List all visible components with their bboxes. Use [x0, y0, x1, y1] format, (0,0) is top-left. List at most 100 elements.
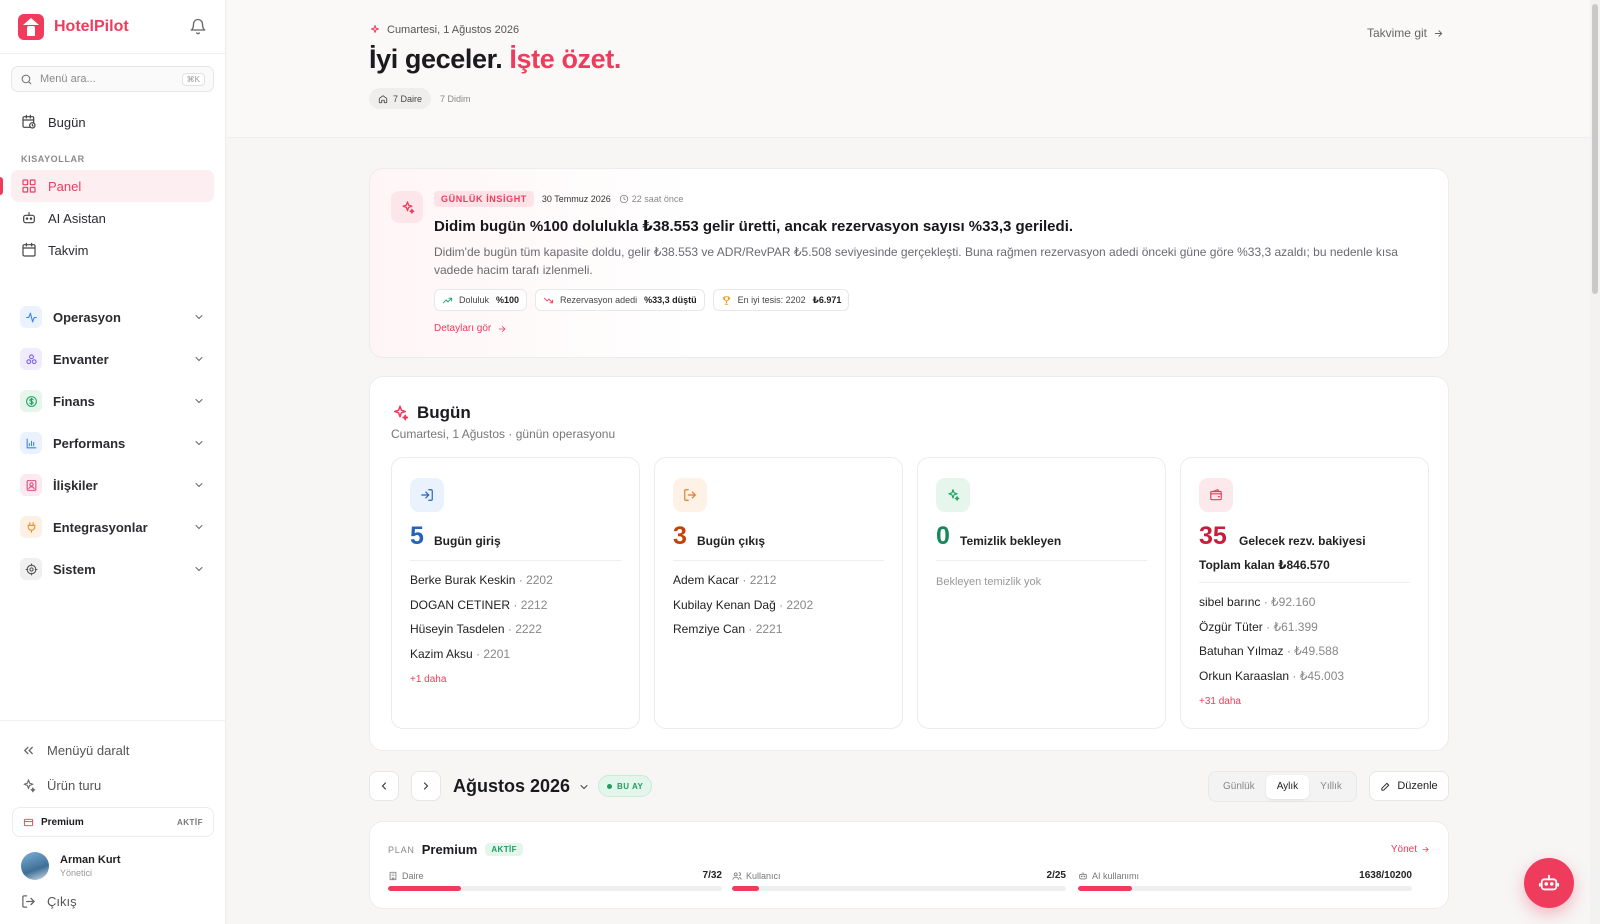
- sidebar-item-calendar[interactable]: Takvim: [11, 234, 214, 266]
- cleaning-count: 0: [936, 522, 950, 550]
- trophy-icon: [722, 295, 730, 305]
- units-chip[interactable]: 7 Daire: [369, 88, 432, 109]
- sidebar-item-label: AI Asistan: [48, 210, 106, 226]
- usage-label: Kullanıcı: [746, 870, 781, 881]
- page-scrollbar[interactable]: [1590, 0, 1600, 924]
- month-label: Ağustos 2026: [453, 776, 571, 796]
- view-yearly[interactable]: Yıllık: [1309, 775, 1353, 799]
- view-daily[interactable]: Günlük: [1212, 775, 1266, 799]
- sidebar-group-label: Envanter: [53, 351, 109, 367]
- list-item[interactable]: Hüseyin Tasdelen · 2222: [410, 621, 553, 646]
- sidebar-group-sistem[interactable]: Sistem: [11, 548, 214, 590]
- sidebar-group-finans[interactable]: Finans: [11, 380, 214, 422]
- search-icon: [21, 74, 32, 84]
- usage-fill: [732, 886, 759, 891]
- sidebar-group-operasyon[interactable]: Operasyon: [11, 296, 214, 338]
- insight-pill-occupancy: Doluluk %100: [434, 289, 528, 311]
- ai-assistant-fab[interactable]: [1524, 858, 1574, 908]
- insight-title: Didim bugün %100 dolulukla ₺38.553 gelir…: [434, 218, 1074, 235]
- manage-plan-link[interactable]: Yönet: [1391, 844, 1430, 855]
- sidebar-item-label: Panel: [48, 178, 82, 194]
- pill-label: Rezervasyon adedi: [560, 295, 638, 305]
- list-item[interactable]: DOGAN CETINER · 2212: [410, 597, 553, 622]
- scrollbar-thumb[interactable]: [1592, 4, 1598, 294]
- status-dot: [607, 783, 612, 789]
- more-link[interactable]: +1 daha: [410, 672, 553, 697]
- sidebar-item-ai-assistant[interactable]: AI Asistan: [11, 202, 214, 234]
- search-shortcut: ⌘K: [181, 72, 205, 86]
- cleaning-card[interactable]: 0 Temizlik bekleyen Bekleyen temizlik yo…: [917, 457, 1166, 729]
- nav-today[interactable]: Bugün: [11, 106, 214, 138]
- list-item[interactable]: sibel barınc · ₺92.160: [1199, 594, 1344, 619]
- collapse-menu-label: Menüyü daralt: [47, 743, 130, 758]
- checkin-card[interactable]: 5 Bugün giriş Berke Burak Keskin · 2202 …: [391, 457, 640, 729]
- bell-icon[interactable]: [189, 18, 207, 36]
- page-title: İyi geceler. İşte özet.: [369, 44, 621, 75]
- brand-name[interactable]: HotelPilot: [54, 18, 189, 36]
- sidebar-item-panel[interactable]: Panel: [0, 170, 214, 202]
- view-monthly[interactable]: Aylık: [1265, 774, 1310, 799]
- trend-down-icon: [543, 297, 554, 303]
- balance-list: sibel barınc · ₺92.160 Özgür Tüter · ₺61…: [1199, 594, 1344, 719]
- list-item[interactable]: Kubilay Kenan Dağ · 2202: [673, 597, 813, 622]
- hotel-logo-icon[interactable]: [18, 13, 44, 40]
- usage-fill: [388, 886, 462, 891]
- edit-label: Düzenle: [1397, 780, 1438, 792]
- premium-plan-box[interactable]: Premium AKTİF: [12, 807, 214, 837]
- sidebar-group-iliskiler[interactable]: İlişkiler: [11, 464, 214, 506]
- goto-calendar-link[interactable]: Takvime git: [1367, 26, 1444, 40]
- next-month-button[interactable]: [411, 771, 441, 801]
- insight-pills: Doluluk %100 Rezervasyon adedi %33,3 düş…: [434, 289, 857, 311]
- sidebar-group-label: Entegrasyonlar: [53, 519, 148, 535]
- grid-icon: [22, 179, 36, 193]
- logout-icon: [673, 478, 707, 512]
- list-item[interactable]: Orkun Karaaslan · ₺45.003: [1199, 668, 1344, 693]
- list-item[interactable]: Berke Burak Keskin · 2202: [410, 572, 553, 597]
- bar-chart-icon: [20, 432, 42, 454]
- insight-text: Didim'de bugün tüm kapasite doldu, gelir…: [434, 245, 1398, 277]
- insight-pill-best-property: En iyi tesis: 2202 ₺6.971: [712, 289, 850, 311]
- list-item[interactable]: Remziye Can · 2221: [673, 621, 813, 646]
- plan-header: PLAN Premium AKTİF: [388, 842, 523, 857]
- logout-button[interactable]: Çıkış: [0, 889, 226, 924]
- list-item[interactable]: Kazim Aksu · 2201: [410, 646, 553, 671]
- guest-balance: · ₺45.003: [1292, 668, 1345, 683]
- sidebar-group-performans[interactable]: Performans: [11, 422, 214, 464]
- more-link[interactable]: +31 daha: [1199, 694, 1344, 719]
- sidebar-group-envanter[interactable]: Envanter: [11, 338, 214, 380]
- prev-month-button[interactable]: [369, 771, 399, 801]
- guest-unit: · 2221: [748, 622, 783, 636]
- guest-name: Hüseyin Tasdelen: [410, 622, 505, 636]
- menu-search-input[interactable]: Menü ara... ⌘K: [11, 66, 214, 92]
- insight-pill-reservations: Rezervasyon adedi %33,3 düştü: [535, 289, 705, 311]
- collapse-menu-button[interactable]: Menüyü daralt: [0, 733, 226, 768]
- robot-icon: [1538, 874, 1560, 891]
- arrow-right-icon: [1434, 29, 1443, 37]
- sidebar-group-entegrasyonlar[interactable]: Entegrasyonlar: [11, 506, 214, 548]
- checkout-label: Bugün çıkış: [697, 534, 766, 548]
- balance-card[interactable]: 35 Gelecek rezv. bakiyesi Toplam kalan ₺…: [1180, 457, 1429, 729]
- month-selector[interactable]: Ağustos 2026: [453, 776, 590, 797]
- insight-ago-text: 22 saat önce: [631, 194, 684, 204]
- clock-icon: [619, 194, 628, 204]
- list-item[interactable]: Özgür Tüter · ₺61.399: [1199, 619, 1344, 644]
- guest-name: Adem Kacar: [673, 573, 740, 587]
- arrow-right-icon: [1422, 846, 1429, 853]
- activity-icon: [20, 306, 42, 328]
- insight-details-link[interactable]: Detayları gör: [434, 323, 507, 334]
- usage-track: [1078, 886, 1412, 891]
- checkin-count: 5: [410, 522, 424, 550]
- this-month-badge[interactable]: BU AY: [598, 775, 653, 797]
- list-item[interactable]: Adem Kacar · 2212: [673, 572, 813, 597]
- list-item[interactable]: Batuhan Yılmaz · ₺49.588: [1199, 643, 1344, 668]
- today-subtitle: Cumartesi, 1 Ağustos · günün operasyonu: [391, 427, 616, 441]
- edit-button[interactable]: Düzenle: [1369, 771, 1449, 801]
- user-profile[interactable]: Arman Kurt Yönetici: [0, 837, 226, 883]
- checkout-card[interactable]: 3 Bugün çıkış Adem Kacar · 2212 Kubilay …: [654, 457, 903, 729]
- sparkle-icon: [936, 478, 970, 512]
- login-icon: [410, 478, 444, 512]
- product-tour-button[interactable]: Ürün turu: [0, 768, 226, 803]
- divider: [410, 560, 621, 561]
- avatar: [21, 852, 49, 880]
- sparkle-icon: [394, 405, 409, 421]
